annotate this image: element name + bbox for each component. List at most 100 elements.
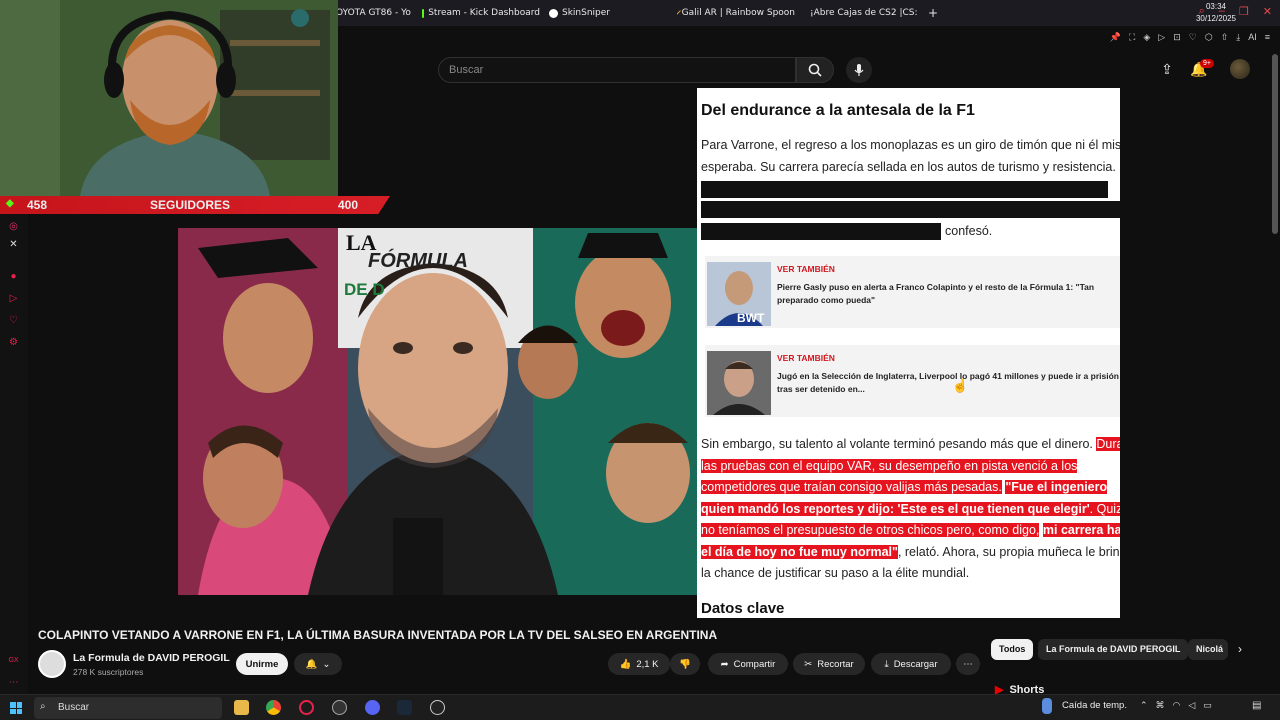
clip-label: Recortar	[817, 658, 854, 670]
like-button[interactable]: 👍 2,1 K	[608, 653, 670, 675]
related-article-card[interactable]: BWT VER TAMBIÉN Pierre Gasly puso en ale…	[705, 256, 1120, 328]
heart-icon[interactable]: ♡	[1189, 32, 1197, 43]
chip-nicola[interactable]: Nicolá	[1188, 639, 1228, 660]
clock-time: 03:34	[1205, 2, 1226, 11]
card-text[interactable]: Pierre Gasly puso en alerta a Franco Col…	[777, 281, 1120, 307]
upload-icon[interactable]: ⇪	[1158, 60, 1176, 78]
file-explorer-icon[interactable]	[234, 700, 249, 715]
close-icon[interactable]: ✕	[1263, 5, 1272, 18]
account-avatar[interactable]	[1230, 59, 1250, 79]
obs-icon[interactable]	[332, 700, 347, 715]
channel-avatar[interactable]	[38, 650, 66, 678]
page-scrollbar[interactable]	[1272, 54, 1278, 234]
app-icon[interactable]	[430, 700, 445, 715]
clock-date: 30/12/2025	[1195, 14, 1236, 23]
dislike-button[interactable]: 👎	[670, 653, 700, 675]
weather-status[interactable]: Caída de temp.	[1062, 700, 1127, 711]
x-icon[interactable]: ✕	[7, 238, 20, 251]
followers-goal: 400	[338, 198, 359, 212]
download-icon[interactable]: ⤓	[1236, 32, 1240, 43]
magnifier-icon: ⌕	[40, 701, 46, 712]
share-arrow-icon: ➦	[720, 658, 729, 670]
share-icon[interactable]: ⇧	[1221, 32, 1229, 43]
chevron-right-icon[interactable]: ›	[1238, 642, 1242, 656]
chrome-icon[interactable]	[266, 700, 281, 715]
thumbs-up-icon: 👍	[619, 658, 632, 670]
search-icon	[808, 63, 822, 77]
browser-tab[interactable]: ¡Abre Cajas de CS2 |CS:G	[806, 5, 918, 21]
instagram-icon[interactable]: ◎	[7, 220, 20, 233]
more-dots-icon: ⋯	[963, 658, 973, 670]
download-button[interactable]: ⤓ Descargar	[871, 653, 951, 675]
more-icon[interactable]: ⋯	[7, 676, 20, 689]
menu-icon[interactable]: ≡	[1265, 32, 1270, 43]
notification-center-icon[interactable]: ▤	[1252, 700, 1261, 711]
skinsniper-icon	[549, 8, 558, 18]
scissors-icon: ✂	[804, 658, 813, 670]
browser-tab[interactable]: Stream - Kick Dashboard	[422, 5, 540, 21]
chevron-down-icon: ⌄	[322, 658, 331, 670]
search-button[interactable]	[796, 57, 834, 83]
more-actions-button[interactable]: ⋯	[956, 653, 980, 675]
subscribe-bell-button[interactable]: 🔔 ⌄	[294, 653, 342, 675]
card-thumbnail: BWT	[707, 262, 771, 326]
system-tray[interactable]: ⌃ ⌘ ◠ ◁ ▭	[1140, 700, 1212, 711]
taskbar-search[interactable]: Buscar	[34, 697, 222, 719]
steam-icon[interactable]	[397, 700, 412, 715]
browser-tab[interactable]: Galil AR | Rainbow Spoon	[677, 5, 795, 21]
notifications-badge: 9+	[1200, 59, 1214, 68]
video-player[interactable]: LA FÓRMULA DE D	[178, 228, 697, 595]
player-icon[interactable]: ▷	[7, 292, 20, 305]
opera-gx-icon[interactable]	[299, 700, 314, 715]
card-thumbnail	[707, 351, 771, 415]
heart-sidebar-icon[interactable]: ♡	[7, 314, 20, 327]
join-button[interactable]: Unirme	[236, 653, 288, 675]
start-icon[interactable]	[10, 702, 22, 714]
discord-icon[interactable]	[365, 700, 380, 715]
taskbar-clock[interactable]: 03:34 30/12/2025	[1196, 1, 1236, 25]
download-label: Descargar	[893, 658, 938, 670]
pin-icon[interactable]: 📌	[1110, 32, 1121, 43]
voice-search-button[interactable]	[846, 57, 872, 83]
channel-name[interactable]: La Formula de DAVID PEROGIL	[73, 652, 230, 664]
kick-icon	[422, 8, 425, 18]
wifi-icon[interactable]: ◠	[1173, 700, 1181, 711]
browser-tab[interactable]: SkinSniper	[549, 5, 667, 21]
related-article-card[interactable]: VER TAMBIÉN Jugó en la Selección de Ingl…	[705, 345, 1120, 417]
article-paragraph-2: Sin embargo, su talento al volante termi…	[701, 434, 1120, 585]
browser-tab[interactable]: OYOTA GT86 - Yo	[336, 5, 412, 21]
followers-goal-bar: ◆ 458 SEGUIDORES 400	[0, 196, 390, 214]
card-tag: VER TAMBIÉN	[777, 264, 835, 274]
tab-label: Galil AR | Rainbow Spoon	[681, 8, 795, 18]
volume-icon[interactable]: ◁	[1188, 700, 1195, 711]
gx-icon[interactable]: GX	[7, 654, 20, 667]
kick-logo-icon: ◆	[6, 198, 14, 209]
screenshot-icon[interactable]: ⛶	[1129, 32, 1135, 43]
messenger-icon[interactable]: ●	[7, 270, 20, 283]
card-tag: VER TAMBIÉN	[777, 353, 835, 363]
settings-icon[interactable]: ⚙	[7, 336, 20, 349]
card-text[interactable]: Jugó en la Selección de Inglaterra, Live…	[777, 370, 1120, 396]
battery-icon[interactable]: ▭	[1203, 700, 1212, 711]
extensions-icon[interactable]: ⬡	[1205, 32, 1213, 43]
redacted-text	[701, 223, 941, 241]
maximize-icon[interactable]: ❐	[1239, 5, 1249, 18]
ai-icon[interactable]: AI	[1248, 32, 1257, 43]
box-icon[interactable]: ⊡	[1173, 32, 1181, 43]
search-input[interactable]: Buscar	[438, 57, 796, 83]
redacted-text	[701, 201, 1120, 218]
diamond-icon	[677, 9, 681, 17]
chip-all[interactable]: Todos	[991, 639, 1034, 660]
clip-button[interactable]: ✂ Recortar	[793, 653, 865, 675]
tab-label: Stream - Kick Dashboard	[428, 8, 540, 18]
chip-channel[interactable]: La Formula de DAVID PEROGIL	[1038, 639, 1189, 660]
microphone-icon	[854, 64, 864, 76]
browser-toolbar: 📌 ⛶ ◈ ▷ ⊡ ♡ ⬡ ⇧ ⤓ AI ≡	[1110, 32, 1270, 43]
play-icon[interactable]: ▷	[1158, 32, 1165, 43]
shield-icon[interactable]: ◈	[1143, 32, 1150, 43]
network-icon[interactable]: ⌘	[1156, 700, 1165, 711]
chevron-up-icon[interactable]: ⌃	[1140, 700, 1148, 711]
share-button[interactable]: ➦ Compartir	[708, 653, 788, 675]
new-tab-button[interactable]: +	[928, 5, 942, 21]
thumbs-down-icon: 👎	[679, 658, 691, 670]
